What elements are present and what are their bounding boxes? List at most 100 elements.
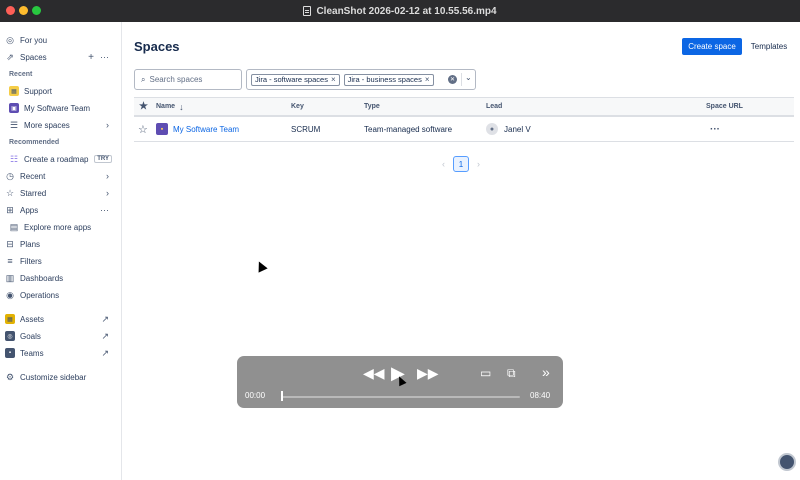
search-icon: ⌕ [141,74,146,84]
sidebar-item-my-software-team[interactable]: ▣ My Software Team [0,100,121,116]
software-team-space-icon: ▣ [9,103,19,113]
sidebar-item-customize[interactable]: ⚙ Customize sidebar [0,369,121,385]
sidebar: ◎ For you ⇗ Spaces + ··· Recent ▦ Suppor… [0,22,122,480]
apps-grid-icon: ⊞ [6,204,14,215]
next-page-icon[interactable]: › [477,159,480,169]
chevron-down-icon[interactable]: ⌄ [465,73,472,82]
sidebar-item-for-you[interactable]: ◎ For you [0,32,121,48]
sidebar-item-dashboards[interactable]: ▥ Dashboards [0,270,121,286]
column-type[interactable]: Type [364,98,380,115]
sidebar-item-support[interactable]: ▦ Support [0,83,121,99]
window-title-text: CleanShot 2026-02-12 at 10.55.56.mp4 [316,5,497,17]
pagination: ‹ 1 › [442,156,480,172]
templates-button[interactable]: Templates [746,38,792,55]
sidebar-item-spaces[interactable]: ⇗ Spaces + ··· [0,49,121,65]
sidebar-item-more-spaces[interactable]: ☰ More spaces › [0,117,121,133]
star-column-icon: ★ [139,101,148,112]
search-box[interactable]: ⌕ [134,69,242,90]
previous-page-icon[interactable]: ‹ [442,159,445,169]
space-lead[interactable]: ● Janel V [486,117,531,141]
space-name-cell[interactable]: ▪ My Software Team [156,117,239,141]
star-toggle-icon[interactable]: ☆ [138,117,148,141]
zoom-window-button[interactable] [32,6,41,15]
skip-forward-icon[interactable]: » [542,365,550,379]
column-lead[interactable]: Lead [486,98,502,115]
filter-chip-software[interactable]: Jira - software spaces × [251,73,340,86]
minimize-window-button[interactable] [19,6,28,15]
external-link-icon: ↗ [101,330,109,341]
sidebar-item-recent[interactable]: ◷ Recent › [0,168,121,184]
sidebar-item-assets[interactable]: ▦ Assets ↗ [0,311,121,327]
operations-icon: ◉ [6,289,14,300]
roadmap-icon: ☷ [9,153,19,164]
document-icon [303,6,312,16]
airplay-icon[interactable]: ▭ [480,366,491,380]
recent-heading: Recent [9,71,33,78]
assets-icon: ▦ [5,314,15,324]
sidebar-item-filters[interactable]: ≡ Filters [0,253,121,269]
goals-icon: ◎ [5,331,15,341]
sidebar-item-operations[interactable]: ◉ Operations [0,287,121,303]
column-name[interactable]: Name ↓ [156,98,184,115]
more-options-icon[interactable]: ··· [100,205,109,215]
support-space-icon: ▦ [9,86,19,96]
chevron-right-icon: › [106,171,109,181]
teams-icon: ▪ [5,348,15,358]
recommended-heading: Recommended [9,139,60,146]
sort-arrow-icon: ↓ [179,101,184,112]
space-type-filter[interactable]: Jira - software spaces × Jira - business… [246,69,476,90]
window-titlebar: CleanShot 2026-02-12 at 10.55.56.mp4 [0,0,800,22]
rewind-icon[interactable]: ◀◀ [363,366,385,380]
window-controls [6,6,41,15]
clear-filter-icon[interactable]: ✕ [448,75,457,84]
avatar: ● [486,123,498,135]
filter-divider [461,73,462,86]
current-time: 00:00 [245,391,266,400]
sidebar-item-explore-apps[interactable]: ▤ Explore more apps [0,219,121,235]
picture-in-picture-icon[interactable]: ⧉ [507,366,516,380]
chevron-right-icon: › [106,120,109,130]
sidebar-item-create-roadmap[interactable]: ☷ Create a roadmap TRY [0,151,121,167]
settings-sliders-icon: ⚙ [5,371,15,382]
search-input[interactable] [149,75,235,84]
page-title: Spaces [134,39,180,54]
fast-forward-icon[interactable]: ▶▶ [417,366,439,380]
chevron-right-icon: › [106,188,109,198]
video-player-controls: ◀◀ ▶ ▶▶ ▭ ⧉ » 00:00 08:40 [237,356,563,408]
sidebar-item-teams[interactable]: ▪ Teams ↗ [0,345,121,361]
filter-icon: ≡ [7,256,13,266]
remove-chip-icon[interactable]: × [425,75,430,84]
row-actions-icon[interactable]: ··· [710,117,720,141]
window-title: CleanShot 2026-02-12 at 10.55.56.mp4 [303,5,497,17]
close-window-button[interactable] [6,6,15,15]
clock-icon: ◷ [6,170,14,181]
star-icon: ☆ [5,187,15,198]
space-type: Team-managed software [364,124,453,134]
sidebar-item-starred[interactable]: ☆ Starred › [0,185,121,201]
spaces-table: ★ Name ↓ Key Type Lead Space URL ☆ ▪ My … [134,97,794,142]
help-chat-icon[interactable] [778,453,796,471]
column-key[interactable]: Key [291,98,304,115]
page-number-current[interactable]: 1 [453,156,469,172]
duration: 08:40 [530,391,551,400]
filter-chip-business[interactable]: Jira - business spaces × [343,73,434,86]
rocket-icon: ⇗ [6,51,14,62]
space-name-link[interactable]: My Software Team [173,125,239,134]
sidebar-item-apps[interactable]: ⊞ Apps ··· [0,202,121,218]
try-badge: TRY [94,155,112,163]
scrubber-track[interactable] [282,396,520,398]
plans-icon: ⊟ [6,238,14,249]
dashboard-icon: ▥ [5,272,15,283]
remove-chip-icon[interactable]: × [331,75,336,84]
external-link-icon: ↗ [101,313,109,324]
add-space-icon[interactable]: + [88,52,94,63]
marketplace-icon: ▤ [9,221,19,232]
sidebar-item-goals[interactable]: ◎ Goals ↗ [0,328,121,344]
more-options-icon[interactable]: ··· [100,52,109,62]
column-space-url: Space URL [706,103,743,110]
sidebar-item-plans[interactable]: ⊟ Plans [0,236,121,252]
scrubber-handle[interactable] [281,391,283,401]
table-row: ☆ ▪ My Software Team SCRUM Team-managed … [134,117,794,142]
person-circle-icon: ◎ [6,34,14,45]
create-space-button[interactable]: Create space [682,38,742,55]
